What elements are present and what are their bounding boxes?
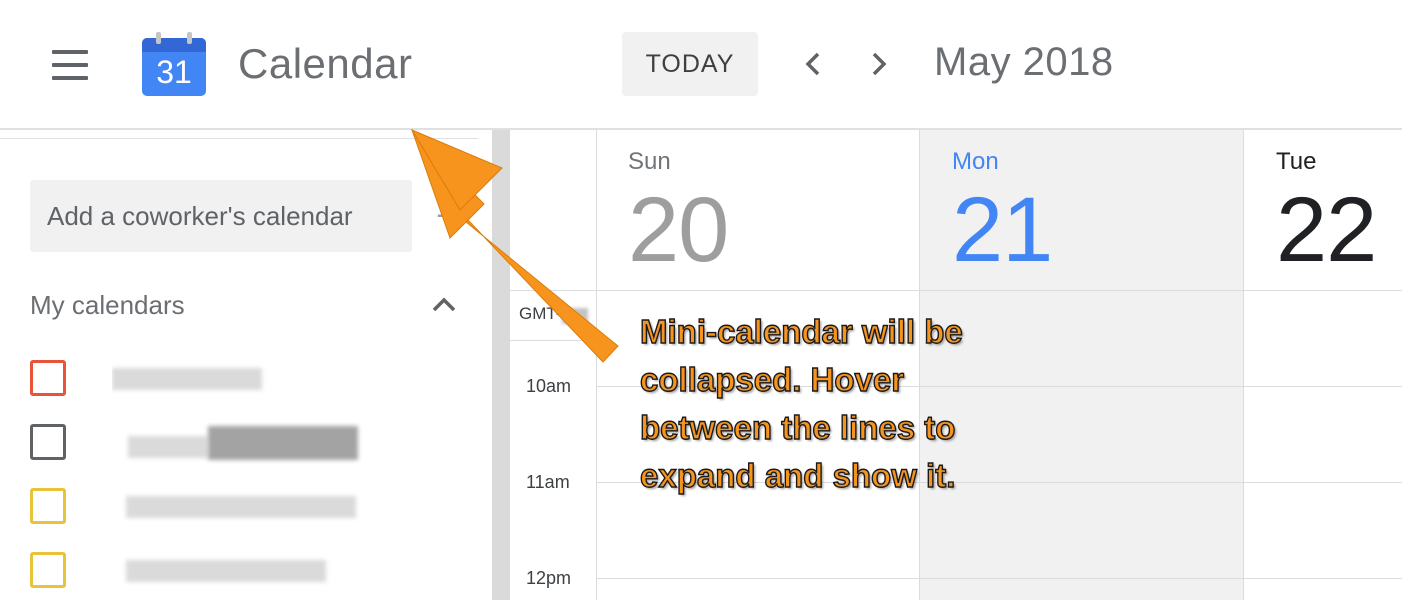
day-number[interactable]: 20 bbox=[628, 178, 729, 283]
my-calendars-title[interactable]: My calendars bbox=[30, 290, 185, 321]
day-number[interactable]: 22 bbox=[1276, 178, 1377, 283]
all-day-divider bbox=[510, 290, 1402, 291]
plus-icon[interactable]: + bbox=[428, 198, 464, 234]
hamburger-menu-icon bbox=[52, 50, 88, 54]
chevron-up-icon[interactable] bbox=[428, 290, 460, 322]
calendar-list-item[interactable] bbox=[30, 552, 470, 604]
calendar-list-item[interactable] bbox=[30, 424, 470, 476]
app-title: Calendar bbox=[238, 40, 413, 87]
calendar-name-redacted bbox=[112, 554, 352, 586]
calendar-name-redacted bbox=[112, 362, 312, 394]
day-header-sun[interactable]: Sun 20 bbox=[596, 130, 920, 290]
timezone-offset-redacted bbox=[562, 308, 588, 324]
time-gutter-divider bbox=[510, 340, 596, 341]
day-header-tue[interactable]: Tue 22 bbox=[1244, 130, 1402, 290]
current-month-label: May 2018 bbox=[934, 40, 1114, 84]
chevron-left-icon bbox=[805, 52, 820, 76]
day-number[interactable]: 21 bbox=[952, 178, 1053, 283]
annotation-callout-text: Mini-calendar will be collapsed. Hover b… bbox=[639, 312, 963, 494]
hour-line bbox=[596, 578, 1402, 579]
calendar-list-item[interactable] bbox=[30, 360, 470, 412]
mini-calendar-collapse-handle[interactable] bbox=[0, 138, 478, 139]
hour-label: 11am bbox=[526, 472, 570, 492]
calendar-logo-icon[interactable]: 31 bbox=[140, 30, 208, 98]
hour-label: 10am bbox=[526, 376, 572, 396]
day-name: Tue bbox=[1276, 148, 1317, 175]
sidebar: Add a coworker's calendar + My calendars bbox=[0, 130, 492, 600]
chevron-right-icon bbox=[872, 52, 887, 76]
logo-day-number: 31 bbox=[156, 54, 192, 90]
main-menu-button[interactable] bbox=[44, 40, 96, 92]
day-name: Sun bbox=[628, 148, 671, 175]
calendar-name-redacted bbox=[112, 422, 392, 466]
hamburger-menu-icon-bar bbox=[52, 76, 88, 80]
next-period-button[interactable] bbox=[854, 40, 902, 88]
hamburger-menu-icon-bar bbox=[52, 63, 88, 67]
previous-period-button[interactable] bbox=[790, 40, 838, 88]
calendar-list-item[interactable] bbox=[30, 488, 470, 540]
day-name: Mon bbox=[952, 148, 999, 175]
calendar-checkbox[interactable] bbox=[30, 552, 66, 588]
calendar-checkbox[interactable] bbox=[30, 360, 66, 396]
today-button[interactable]: TODAY bbox=[622, 32, 758, 96]
calendar-checkbox[interactable] bbox=[30, 488, 66, 524]
sidebar-scrollbar[interactable] bbox=[492, 130, 510, 600]
app-header: 31 Calendar TODAY May 2018 bbox=[0, 0, 1402, 130]
calendar-name-redacted bbox=[112, 490, 382, 522]
add-coworker-calendar-input[interactable]: Add a coworker's calendar bbox=[30, 180, 412, 252]
hour-label: 12pm bbox=[526, 568, 572, 588]
calendar-checkbox[interactable] bbox=[30, 424, 66, 460]
day-header-mon[interactable]: Mon 21 bbox=[920, 130, 1244, 290]
